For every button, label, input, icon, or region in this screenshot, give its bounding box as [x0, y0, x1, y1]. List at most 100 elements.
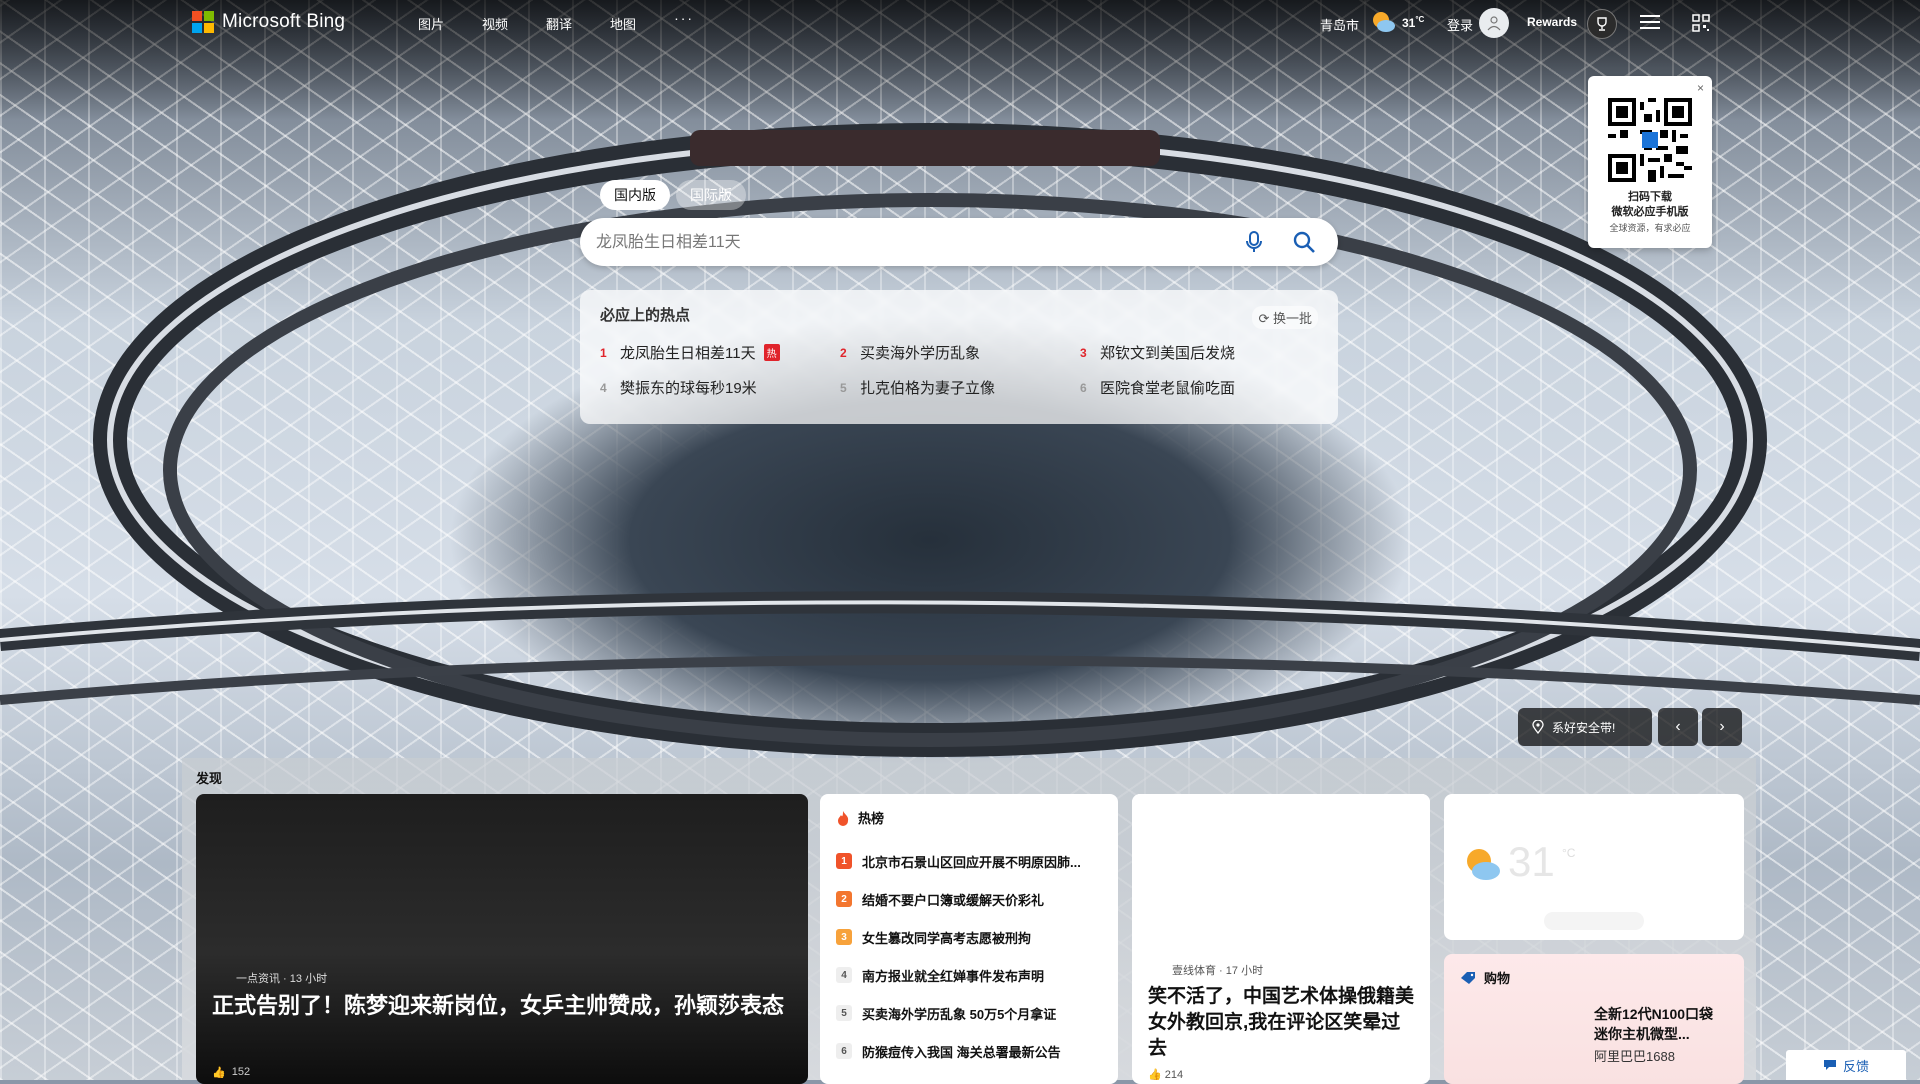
trending-grid: 1 龙凤胎生日相差11天 热 2 买卖海外学历乱象 3 郑钦文到美国后发烧 4 …: [600, 342, 1320, 398]
bing-logo[interactable]: Microsoft Bing: [192, 11, 345, 33]
next-image-button[interactable]: ›: [1702, 708, 1742, 746]
shopping-title: 购物: [1484, 971, 1511, 986]
search-icon[interactable]: [1292, 230, 1316, 254]
shopping-header: 购物: [1460, 968, 1510, 987]
hotlist-card: 热榜 1 北京市石景山区回应开展不明原因肺... 2 结婚不要户口簿或缓解天价彩礼 …: [820, 794, 1118, 1084]
qr-text-line3: 全球资源，有求必应: [1609, 223, 1691, 233]
logo-text: Microsoft Bing: [222, 11, 346, 32]
hotlist-item[interactable]: 1 北京市石景山区回应开展不明原因肺...: [836, 842, 1110, 880]
tab-domestic[interactable]: 国内版: [600, 180, 670, 210]
nav-more-button[interactable]: ···: [674, 10, 694, 33]
trending-text: 买卖海外学历乱象: [860, 345, 981, 362]
trending-item[interactable]: 6 医院食堂老鼠偷吃面: [1080, 377, 1320, 398]
temperature-unit: °C: [1415, 15, 1425, 24]
weather-unit: °C: [1562, 846, 1576, 860]
like-count: 152: [231, 1066, 251, 1078]
trending-item[interactable]: 2 买卖海外学历乱象: [840, 342, 1080, 363]
news-thumbnail: [1132, 794, 1430, 954]
search-input[interactable]: [594, 218, 1218, 268]
hotlist-text: 买卖海外学历乱象 50万5个月拿证: [862, 1006, 1057, 1022]
hotlist-text: 结婚不要户口簿或缓解天价彩礼: [862, 892, 1045, 908]
trending-text: 龙凤胎生日相差11天: [620, 345, 756, 362]
partly-cloudy-icon: [1467, 849, 1500, 880]
tab-international[interactable]: 国际版: [676, 180, 746, 210]
discover-label: 发现: [196, 771, 223, 786]
qr-code-icon[interactable]: [1692, 14, 1710, 32]
chevron-left-icon: ‹: [1675, 718, 1681, 735]
news-title: 笑不活了，中国艺术体操俄籍美女外教回京,我在评论区笑晕过去: [1148, 986, 1415, 1059]
hotlist-item[interactable]: 4 南方报业就全红婵事件发布声明: [836, 956, 1110, 994]
hotlist-title: 热榜: [858, 811, 885, 826]
microsoft-logo-icon: [192, 11, 214, 33]
trending-rank: 4: [600, 380, 607, 395]
rewards-link[interactable]: Rewards: [1527, 15, 1577, 29]
feedback-label: 反馈: [1842, 1058, 1869, 1074]
login-link[interactable]: 登录: [1447, 15, 1473, 34]
hot-badge: 热: [763, 344, 780, 361]
image-info-button[interactable]: 系好安全带!: [1518, 708, 1652, 746]
hotlist-item[interactable]: 5 买卖海外学历乱象 50万5个月拿证: [836, 994, 1110, 1032]
trending-rank: 5: [840, 380, 847, 395]
fire-icon: [838, 810, 849, 826]
weather-placeholder-bar: [1544, 912, 1644, 930]
location-pin-icon: [1532, 720, 1544, 734]
qr-code-image: [1608, 98, 1692, 182]
hotlist-text: 女生篡改同学高考志愿被刑拘: [862, 930, 1032, 946]
qr-download-popup: × 扫码下载 微软必应手机版 全球资源，有求必应: [1588, 76, 1712, 248]
news-source: 一点资讯 · 13 小时: [236, 973, 328, 985]
thumbs-up-icon[interactable]: 👍: [1148, 1069, 1162, 1081]
nav-videos[interactable]: 视频: [482, 14, 508, 33]
refresh-trending-button[interactable]: ⟳ 换一批: [1252, 306, 1318, 329]
user-avatar-icon[interactable]: [1479, 8, 1509, 38]
trending-rank: 6: [1080, 380, 1087, 395]
partly-cloudy-icon[interactable]: [1370, 9, 1396, 35]
top-nav: 图片 视频 翻译 地图 ···: [418, 10, 694, 33]
thumbs-up-icon[interactable]: 👍: [212, 1066, 226, 1079]
refresh-label: 换一批: [1272, 311, 1312, 326]
trending-item[interactable]: 1 龙凤胎生日相差11天 热: [600, 342, 840, 363]
product-store: 阿里巴巴1688: [1594, 1049, 1675, 1064]
news-source: 壹线体育 · 17 小时: [1172, 965, 1264, 977]
microphone-icon[interactable]: [1242, 230, 1266, 254]
news-reactions: 👍 152: [212, 1066, 250, 1079]
trending-rank: 2: [840, 345, 847, 360]
hotlist-item[interactable]: 3 女生篡改同学高考志愿被刑拘: [836, 918, 1110, 956]
featured-news-card[interactable]: 一点资讯 · 13 小时 正式告别了！陈梦迎来新岗位，女乒主帅赞成，孙颖莎表态 …: [196, 794, 808, 1084]
trending-panel: 必应上的热点 ⟳ 换一批 1 龙凤胎生日相差11天 热 2 买卖海外学历乱象 3…: [580, 290, 1338, 424]
region-tabs: 国内版 国际版: [600, 180, 746, 210]
tag-icon: [1461, 971, 1475, 984]
nav-translate[interactable]: 翻译: [546, 14, 572, 33]
nav-maps[interactable]: 地图: [610, 14, 636, 33]
header-temperature[interactable]: 31°C: [1402, 15, 1424, 30]
previous-image-button[interactable]: ‹: [1658, 708, 1698, 746]
trending-text: 医院食堂老鼠偷吃面: [1100, 380, 1236, 397]
nav-images[interactable]: 图片: [418, 14, 444, 33]
feedback-button[interactable]: 反馈: [1786, 1050, 1906, 1080]
hotlist-item[interactable]: 6 防猴痘传入我国 海关总署最新公告: [836, 1032, 1110, 1070]
rewards-trophy-icon[interactable]: [1587, 9, 1617, 39]
header: Microsoft Bing 图片 视频 翻译 地图 ··· 青岛市 31°C …: [0, 0, 1920, 46]
trending-text: 郑钦文到美国后发烧: [1100, 345, 1236, 362]
trending-item[interactable]: 4 樊振东的球每秒19米: [600, 377, 840, 398]
hotlist-item[interactable]: 2 结婚不要户口簿或缓解天价彩礼: [836, 880, 1110, 918]
hotlist-rank: 4: [836, 967, 852, 983]
trending-item[interactable]: 3 郑钦文到美国后发烧: [1080, 342, 1320, 363]
hotlist-text: 北京市石景山区回应开展不明原因肺...: [862, 854, 1081, 870]
weather-city[interactable]: 青岛市: [1320, 15, 1359, 34]
sports-news-card[interactable]: 壹线体育 · 17 小时 笑不活了，中国艺术体操俄籍美女外教回京,我在评论区笑晕…: [1132, 794, 1430, 1084]
hotlist-rank: 1: [836, 853, 852, 869]
trending-rank: 3: [1080, 345, 1087, 360]
news-title: 正式告别了！陈梦迎来新岗位，女乒主帅赞成，孙颖莎表态: [212, 993, 785, 1018]
hotlist-rank: 5: [836, 1005, 852, 1021]
qr-text-line2: 微软必应手机版: [1611, 206, 1689, 218]
shopping-card[interactable]: 购物 全新12代N100口袋迷你主机微型... 阿里巴巴1688: [1444, 954, 1744, 1084]
weather-card[interactable]: 31 °C: [1444, 794, 1744, 940]
temperature-value: 31: [1402, 16, 1416, 30]
close-icon[interactable]: ×: [1697, 81, 1704, 95]
trending-item[interactable]: 5 扎克伯格为妻子立像: [840, 377, 1080, 398]
hotlist-rank: 3: [836, 929, 852, 945]
hotlist-text: 南方报业就全红婵事件发布声明: [862, 968, 1045, 984]
hamburger-menu-icon[interactable]: [1640, 14, 1660, 30]
trending-text: 樊振东的球每秒19米: [620, 380, 757, 397]
hotlist-rank: 2: [836, 891, 852, 907]
